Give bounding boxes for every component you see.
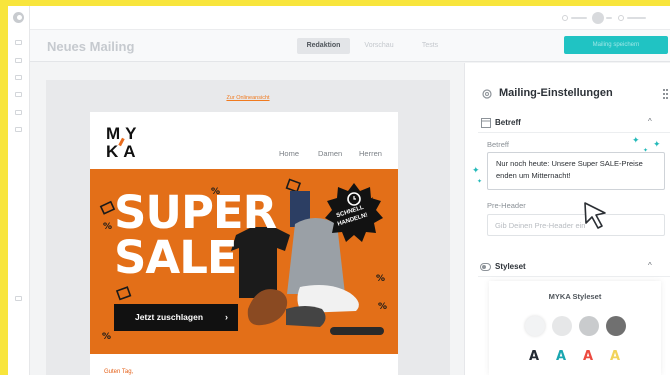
toggle-icon — [480, 263, 491, 271]
status-dot-icon — [618, 15, 624, 21]
left-rail — [8, 6, 30, 375]
app-window: Neues Mailing Redaktion Vorschau Tests M… — [8, 6, 670, 375]
nav-icon-3[interactable] — [15, 75, 22, 80]
sparkle-icon: ✦ — [472, 165, 480, 175]
nav-icon-5[interactable] — [15, 110, 22, 115]
styleset-card[interactable]: MYKA Styleset A A A A — [489, 281, 661, 375]
percent-icon: % — [378, 302, 387, 312]
divider — [478, 132, 670, 133]
email-greeting: Guten Tag, — [104, 369, 134, 375]
tab-redaktion[interactable]: Redaktion — [297, 38, 350, 54]
online-view-link[interactable]: Zur Onlineansicht — [46, 95, 450, 101]
preheader-label: Pre-Header — [487, 201, 526, 210]
sparkle-icon: ✦ — [477, 179, 483, 185]
email-nav-damen[interactable]: Damen — [318, 149, 342, 158]
email-preview[interactable]: MY KA Home Damen Herren % % % % % SUPER … — [90, 112, 398, 375]
divider — [478, 276, 670, 277]
save-mailing-button[interactable]: Mailing speichern — [564, 36, 668, 54]
editor-header: Neues Mailing Redaktion Vorschau Tests M… — [30, 30, 670, 62]
subject-icon — [481, 118, 491, 128]
betreff-label: Betreff — [487, 140, 509, 149]
color-swatch-3[interactable] — [579, 316, 599, 336]
page-title: Neues Mailing — [47, 39, 135, 54]
email-nav-home[interactable]: Home — [279, 149, 299, 158]
chevron-up-icon[interactable]: ^ — [648, 261, 652, 270]
hero-headline-sale: SALE — [114, 231, 238, 284]
sparkle-icon: ✦ — [643, 148, 649, 154]
chevron-up-icon[interactable]: ^ — [648, 117, 652, 126]
nav-icon-6[interactable] — [15, 127, 22, 132]
gear-icon — [482, 89, 492, 99]
hero-cta-button[interactable]: Jetzt zuschlagen › — [114, 304, 238, 331]
font-sample-3[interactable]: A — [583, 349, 593, 364]
color-swatch-2[interactable] — [552, 316, 572, 336]
color-swatch-1[interactable] — [525, 316, 545, 336]
top-bar-line — [627, 17, 646, 19]
chevron-right-icon: › — [225, 312, 228, 322]
styleset-name: MYKA Styleset — [548, 292, 602, 301]
belt-image — [330, 327, 384, 335]
top-bar — [30, 6, 670, 30]
app-logo-icon[interactable] — [13, 12, 24, 23]
drag-handle-icon[interactable] — [663, 89, 669, 99]
mouse-cursor-icon — [584, 202, 606, 229]
percent-icon: % — [103, 222, 112, 232]
preheader-input[interactable]: Gib Deinen Pre-Header ein — [487, 214, 665, 236]
nav-icon-bottom[interactable] — [15, 296, 22, 301]
hero-cta-label: Jetzt zuschlagen — [135, 312, 204, 322]
sparkle-icon: ✦ — [653, 139, 661, 149]
font-sample-2[interactable]: A — [556, 349, 566, 364]
hero-banner[interactable]: % % % % % % — [90, 169, 398, 354]
top-bar-line — [606, 17, 612, 19]
font-sample-1[interactable]: A — [529, 349, 539, 364]
percent-icon: % — [376, 274, 385, 284]
status-dot-icon — [562, 15, 568, 21]
tab-tests[interactable]: Tests — [410, 38, 450, 54]
nav-icon-2[interactable] — [15, 58, 22, 63]
tab-vorschau[interactable]: Vorschau — [356, 38, 402, 54]
color-swatch-4[interactable] — [606, 316, 626, 336]
section-betreff-label: Betreff — [495, 118, 521, 127]
nav-icon-1[interactable] — [15, 40, 22, 45]
section-betreff[interactable]: Betreff ^ — [465, 115, 670, 133]
settings-panel: Mailing-Einstellungen Betreff ^ Betreff … — [464, 63, 670, 375]
shoe-image — [286, 306, 326, 327]
betreff-input[interactable]: Nur noch heute: Unsere Super SALE-Preise… — [487, 152, 665, 190]
section-styleset-label: Styleset — [495, 262, 526, 271]
email-nav-herren[interactable]: Herren — [359, 149, 382, 158]
sparkle-icon: ✦ — [632, 135, 640, 145]
nav-icon-4[interactable] — [15, 92, 22, 97]
user-avatar[interactable] — [592, 12, 604, 24]
percent-icon: % — [102, 332, 111, 342]
tag-icon — [285, 178, 302, 193]
email-canvas: Zur Onlineansicht MY KA Home Damen Herre… — [46, 80, 450, 375]
tag-icon — [115, 286, 132, 301]
hero-headline-super: SUPER — [114, 186, 277, 239]
panel-title: Mailing-Einstellungen — [499, 87, 613, 99]
font-sample-4[interactable]: A — [610, 349, 620, 364]
tag-icon — [99, 200, 116, 215]
section-styleset[interactable]: Styleset ^ — [465, 259, 670, 277]
top-bar-line — [571, 17, 587, 19]
brand-logo-bottom: KA — [106, 142, 141, 161]
